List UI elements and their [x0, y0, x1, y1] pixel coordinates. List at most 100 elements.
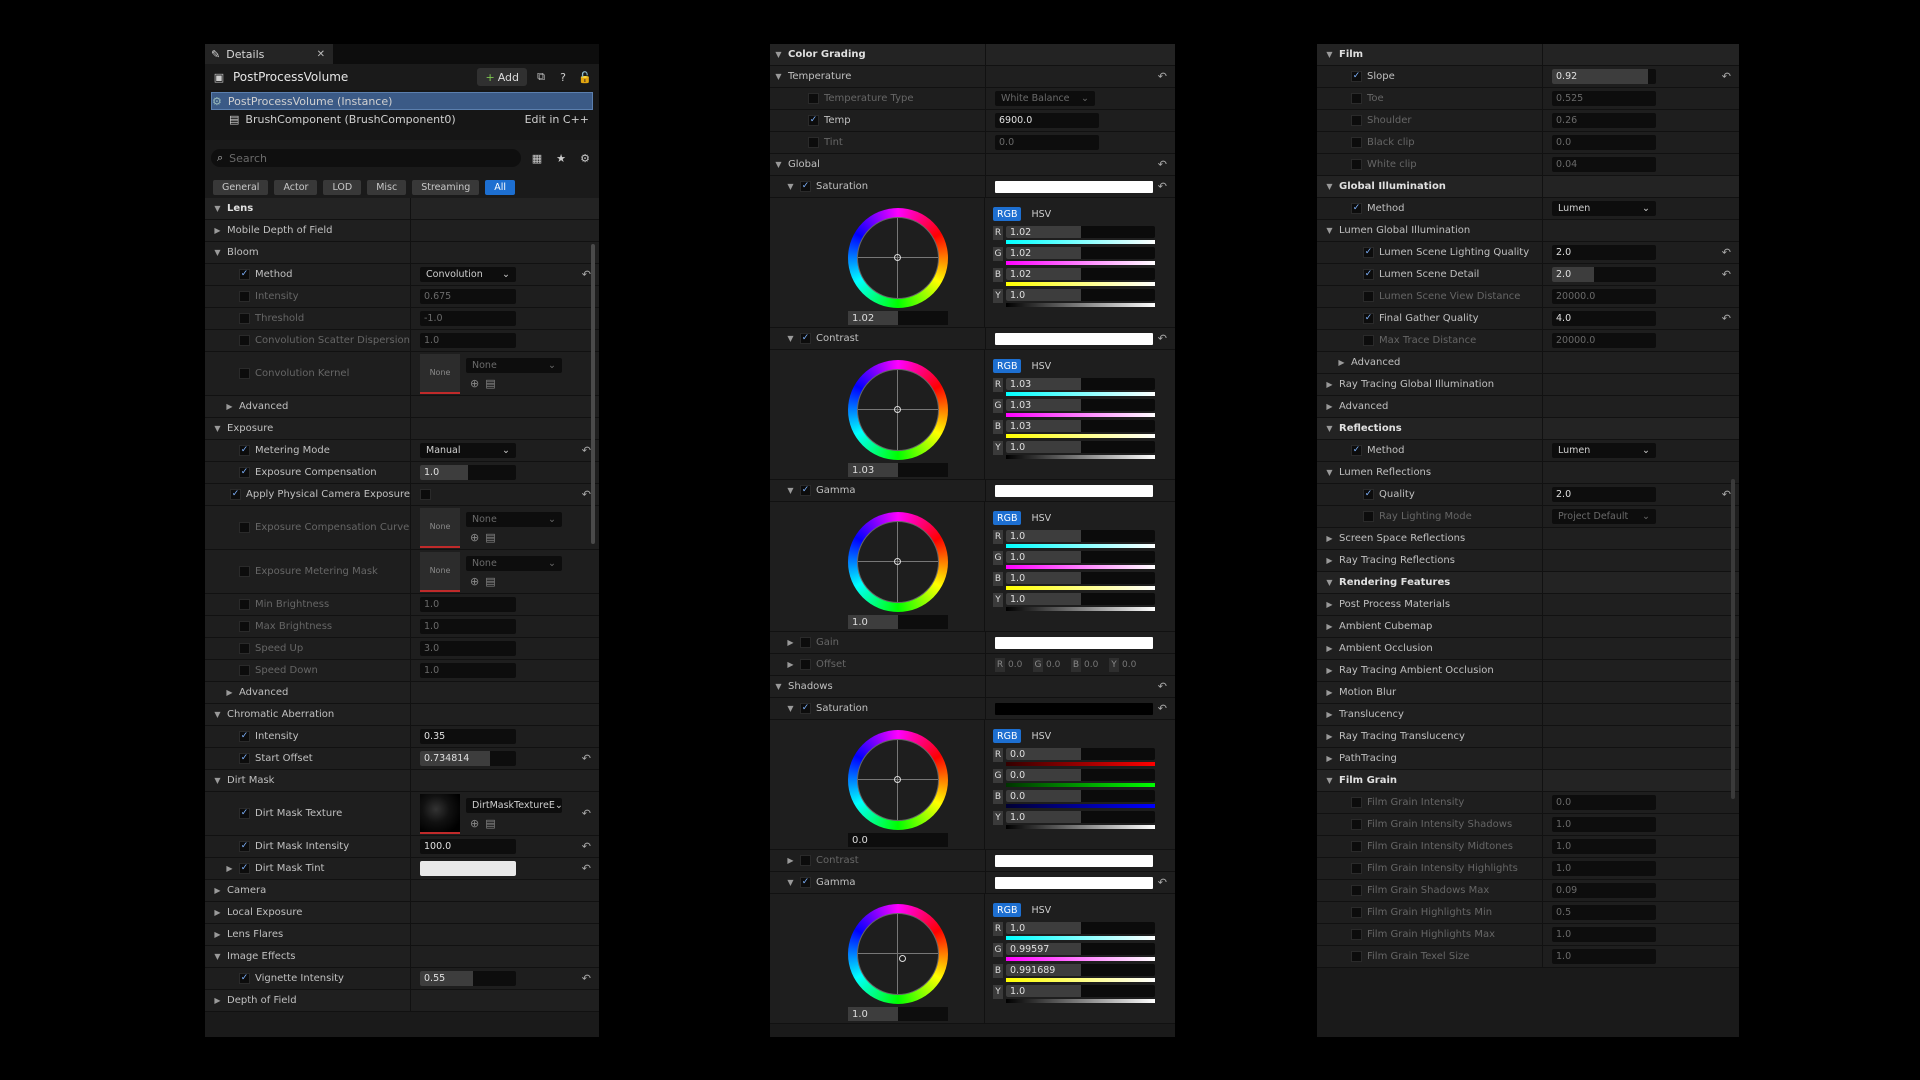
override-checkbox[interactable] [1351, 885, 1362, 896]
column-splitter[interactable] [1542, 726, 1543, 747]
color-wheel[interactable] [848, 904, 948, 1004]
color-preview-bar[interactable] [995, 636, 1153, 649]
row-gamma[interactable]: ▼ ✓ Gamma ↶ [770, 872, 1175, 894]
browse-icon[interactable]: ▤ [485, 817, 495, 830]
property-row-chromatic-aberration[interactable]: ▼ Chromatic Aberration [205, 704, 599, 726]
column-splitter[interactable] [410, 726, 411, 747]
property-row-reflections[interactable]: ▼ Reflections [1317, 418, 1739, 440]
property-row-screen-space-reflections[interactable]: ▶ Screen Space Reflections [1317, 528, 1739, 550]
channel-input[interactable]: 0.0 [1006, 769, 1155, 781]
column-splitter[interactable] [985, 632, 986, 653]
column-splitter[interactable] [410, 990, 411, 1011]
checkbox[interactable] [420, 489, 431, 500]
column-splitter[interactable] [1542, 484, 1543, 505]
chevron-down-icon[interactable]: ▼ [213, 776, 222, 785]
color-picker-dot[interactable] [898, 954, 906, 962]
asset-thumbnail[interactable]: None [420, 551, 460, 592]
numeric-input[interactable]: -1.0 [420, 311, 516, 326]
column-splitter[interactable] [410, 616, 411, 637]
column-splitter[interactable] [1542, 440, 1543, 461]
color-wheel[interactable] [848, 208, 948, 308]
blueprint-icon[interactable]: ⧉ [533, 69, 549, 85]
column-splitter[interactable] [1542, 924, 1543, 945]
column-splitter[interactable] [1542, 330, 1543, 351]
details-tab[interactable]: ✎ Details ✕ [205, 44, 333, 64]
override-checkbox[interactable] [1351, 137, 1362, 148]
channel-gradient[interactable] [1006, 607, 1155, 611]
numeric-input[interactable]: 1.0 [1552, 949, 1656, 964]
chevron-down-icon[interactable]: ▼ [1325, 50, 1334, 59]
property-row-lumen-global-illumination[interactable]: ▼ Lumen Global Illumination [1317, 220, 1739, 242]
column-splitter[interactable] [1542, 572, 1543, 593]
property-row-ambient-occlusion[interactable]: ▶ Ambient Occlusion [1317, 638, 1739, 660]
hsv-mode-button[interactable]: HSV [1027, 359, 1055, 373]
column-splitter[interactable] [1542, 528, 1543, 549]
channel-input[interactable]: 1.0 [1006, 289, 1155, 301]
color-picker-dot[interactable] [894, 254, 901, 261]
chevron-right-icon[interactable]: ▶ [225, 402, 234, 411]
numeric-input[interactable]: 0.26 [1552, 113, 1656, 128]
numeric-input[interactable]: 0.04 [1552, 157, 1656, 172]
property-row-image-effects[interactable]: ▼ Image Effects [205, 946, 599, 968]
reset-to-default-icon[interactable]: ↶ [1722, 246, 1731, 259]
channel-gradient[interactable] [1006, 957, 1155, 961]
numeric-input[interactable]: 0.5 [1552, 905, 1656, 920]
column-splitter[interactable] [410, 594, 411, 615]
channel-input[interactable]: 0.99597 [1006, 943, 1155, 955]
chevron-down-icon[interactable]: ▼ [774, 72, 783, 81]
lock-icon[interactable]: 🔓 [577, 69, 593, 85]
override-checkbox[interactable]: ✓ [1351, 71, 1362, 82]
reset-to-default-icon[interactable]: ↶ [1158, 158, 1167, 171]
numeric-input[interactable]: 0.55 [420, 971, 516, 986]
chevron-right-icon[interactable]: ▶ [225, 864, 234, 873]
wheel-value-input[interactable]: 0.0 [848, 833, 948, 847]
override-checkbox[interactable] [1363, 291, 1374, 302]
override-checkbox[interactable]: ✓ [239, 841, 250, 852]
numeric-input[interactable]: 0.09 [1552, 883, 1656, 898]
column-splitter[interactable] [1542, 66, 1543, 87]
reset-to-default-icon[interactable]: ↶ [582, 488, 591, 501]
column-splitter[interactable] [410, 396, 411, 417]
override-checkbox[interactable] [800, 637, 811, 648]
chevron-right-icon[interactable]: ▶ [1325, 534, 1334, 543]
hsv-mode-button[interactable]: HSV [1027, 511, 1055, 525]
dropdown-select[interactable]: Manual ⌄ [420, 443, 516, 458]
chevron-down-icon[interactable]: ▼ [1325, 182, 1334, 191]
filter-streaming[interactable]: Streaming [412, 179, 480, 195]
column-splitter[interactable] [410, 704, 411, 725]
rgb-mode-button[interactable]: RGB [993, 207, 1022, 221]
color-wheel[interactable] [848, 360, 948, 460]
numeric-input[interactable]: 1.0 [420, 597, 516, 612]
column-splitter[interactable] [985, 132, 986, 153]
channel-gradient[interactable] [1006, 261, 1155, 265]
rgb-mode-button[interactable]: RGB [993, 359, 1022, 373]
dropdown-select[interactable]: White Balance ⌄ [995, 91, 1095, 106]
override-checkbox[interactable]: ✓ [230, 489, 242, 500]
property-row-post-process-materials[interactable]: ▶ Post Process Materials [1317, 594, 1739, 616]
override-checkbox[interactable]: ✓ [1351, 203, 1362, 214]
column-splitter[interactable] [410, 506, 411, 549]
channel-input[interactable]: 1.0 [1006, 922, 1155, 934]
channel-input[interactable]: 1.03 [1006, 399, 1155, 411]
color-preview-bar[interactable] [995, 332, 1153, 345]
numeric-input[interactable]: 1.0 [1552, 817, 1656, 832]
override-checkbox[interactable]: ✓ [239, 808, 250, 819]
override-checkbox[interactable] [1351, 797, 1362, 808]
gear-icon[interactable]: ⚙ [577, 150, 593, 166]
column-splitter[interactable] [1542, 704, 1543, 725]
numeric-input[interactable]: 1.0 [1552, 927, 1656, 942]
color-preview-bar[interactable] [995, 484, 1153, 497]
hsv-mode-button[interactable]: HSV [1027, 903, 1055, 917]
rgb-mode-button[interactable]: RGB [993, 903, 1022, 917]
filter-general[interactable]: General [213, 179, 269, 195]
property-row-advanced[interactable]: ▶ Advanced [205, 396, 599, 418]
property-row-ray-tracing-ambient-occlusion[interactable]: ▶ Ray Tracing Ambient Occlusion [1317, 660, 1739, 682]
chevron-right-icon[interactable]: ▶ [1325, 710, 1334, 719]
column-splitter[interactable] [1542, 462, 1543, 483]
numeric-input[interactable]: 20000.0 [1552, 333, 1656, 348]
column-splitter[interactable] [410, 792, 411, 835]
chevron-right-icon[interactable]: ▶ [213, 908, 222, 917]
scrollbar[interactable] [1731, 479, 1735, 799]
chevron-right-icon[interactable]: ▶ [1325, 380, 1334, 389]
column-splitter[interactable] [410, 902, 411, 923]
